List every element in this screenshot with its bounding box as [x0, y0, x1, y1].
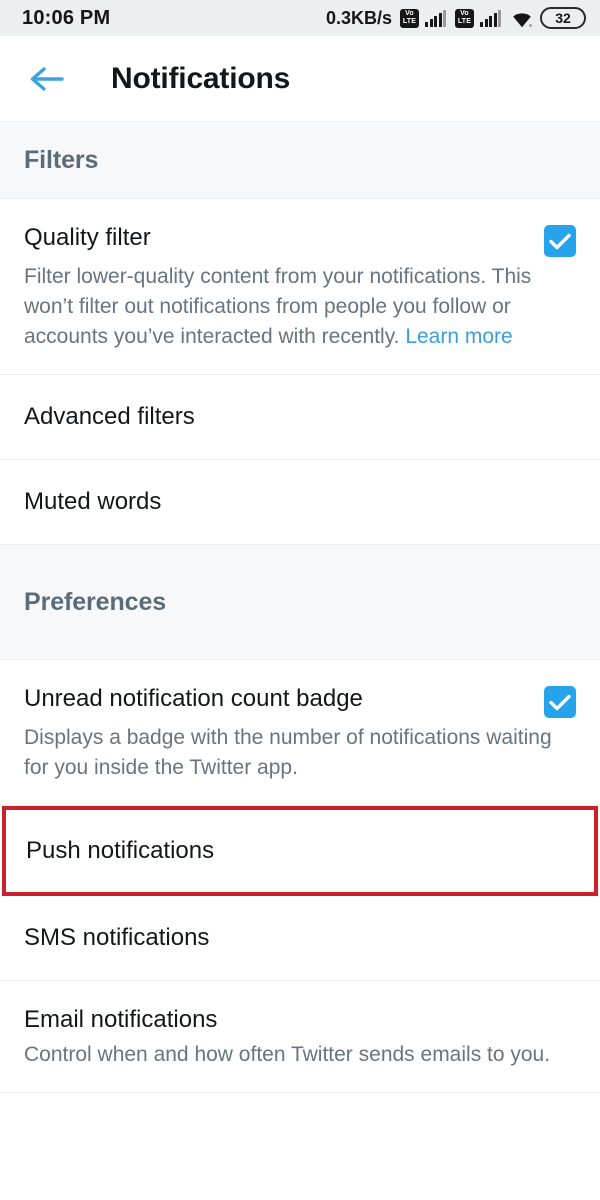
row-title-email-notifications: Email notifications	[24, 1006, 218, 1033]
row-quality-filter[interactable]: Quality filter Filter lower-quality cont…	[0, 199, 600, 375]
status-bar-icons: 0.3KB/s Vo LTE Vo LTE 32	[326, 7, 586, 29]
row-title-sms-notifications: SMS notifications	[24, 924, 210, 951]
row-title-quality-filter: Quality filter	[24, 224, 151, 251]
status-bar-clock: 10:06 PM	[22, 6, 111, 29]
app-bar: Notifications	[0, 36, 600, 122]
checkbox-quality-filter[interactable]	[544, 225, 576, 257]
notifications-settings-screen: 10:06 PM 0.3KB/s Vo LTE Vo LTE 32 Notifi…	[0, 0, 600, 1200]
section-title-filters: Filters	[24, 145, 99, 174]
battery-icon: 32	[540, 7, 586, 29]
back-arrow-icon[interactable]	[24, 56, 70, 102]
signal-bars-icon	[425, 9, 446, 27]
battery-level-text: 32	[555, 10, 571, 26]
row-push-notifications[interactable]: Push notifications	[2, 806, 598, 896]
learn-more-link[interactable]: Learn more	[405, 325, 512, 348]
wifi-icon	[510, 9, 534, 28]
row-email-notifications[interactable]: Email notifications Control when and how…	[0, 981, 600, 1093]
section-header-filters: Filters	[0, 122, 600, 199]
row-unread-notification-count-badge[interactable]: Unread notification count badge Displays…	[0, 660, 600, 806]
checkbox-unread-badge[interactable]	[544, 686, 576, 718]
row-title-unread-badge: Unread notification count badge	[24, 685, 363, 712]
row-description-email-notifications: Control when and how often Twitter sends…	[24, 1043, 551, 1066]
volte-icon-2: Vo LTE	[455, 8, 474, 28]
volte-icon-bottom-text: LTE	[402, 18, 417, 25]
row-title-push-notifications: Push notifications	[26, 837, 215, 864]
page-title: Notifications	[111, 61, 291, 95]
signal-bars-icon-2	[480, 9, 501, 27]
row-sms-notifications[interactable]: SMS notifications	[0, 896, 600, 981]
row-title-muted-words: Muted words	[24, 488, 162, 515]
row-description-quality-filter: Filter lower-quality content from your n…	[24, 262, 576, 352]
row-muted-words[interactable]: Muted words	[0, 460, 600, 545]
status-bar: 10:06 PM 0.3KB/s Vo LTE Vo LTE 32	[0, 0, 600, 36]
section-title-preferences: Preferences	[24, 587, 167, 616]
volte-icon-2-top-text: Vo	[460, 10, 469, 17]
volte-icon: Vo LTE	[400, 8, 419, 28]
volte-icon-2-bottom-text: LTE	[457, 18, 472, 25]
volte-icon-top-text: Vo	[405, 10, 414, 17]
network-speed-indicator: 0.3KB/s	[325, 7, 392, 28]
row-advanced-filters[interactable]: Advanced filters	[0, 375, 600, 460]
row-description-unread-badge: Displays a badge with the number of noti…	[24, 726, 552, 779]
row-title-advanced-filters: Advanced filters	[24, 403, 195, 430]
section-header-preferences: Preferences	[0, 545, 600, 660]
